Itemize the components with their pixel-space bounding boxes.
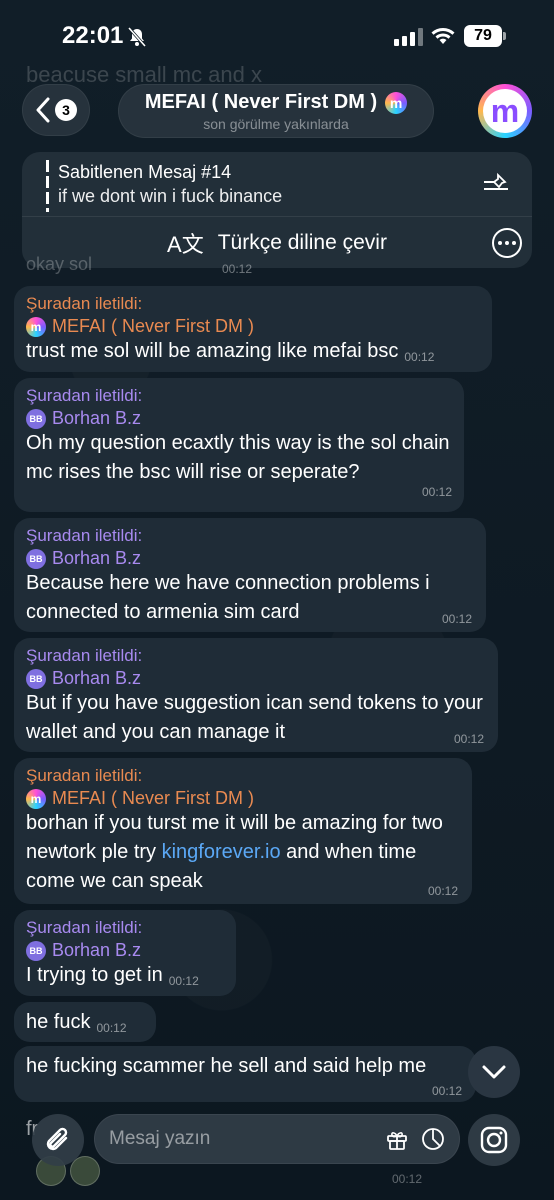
- paperclip-icon: [46, 1127, 68, 1151]
- pinned-message-panel[interactable]: Sabitlenen Mesaj #14 if we dont win i fu…: [22, 152, 532, 268]
- forwarded-from[interactable]: BB Borhan B.z: [26, 668, 486, 689]
- translate-icon: A文: [167, 232, 204, 257]
- message-text: Because here we have connection problems…: [26, 572, 430, 623]
- message-input-placeholder: Mesaj yazın: [109, 1128, 211, 1149]
- message-bubble[interactable]: Şuradan iletildi: BB Borhan B.z Oh my qu…: [14, 378, 464, 512]
- gift-icon[interactable]: [385, 1127, 409, 1151]
- divider: [22, 216, 532, 217]
- borhan-avatar-icon: BB: [26, 548, 46, 569]
- borhan-avatar-icon: BB: [26, 408, 46, 429]
- message-time: 00:12: [222, 262, 253, 276]
- forwarded-from[interactable]: m MEFAI ( Never First DM ): [26, 316, 480, 337]
- chevron-down-icon: [482, 1065, 506, 1079]
- message-bubble[interactable]: Şuradan iletildi: BB Borhan B.z Because …: [14, 518, 486, 632]
- message-text: he fuck 00:12: [26, 1008, 144, 1043]
- message-bubble[interactable]: he fucking scammer he sell and said help…: [14, 1046, 476, 1102]
- message-input[interactable]: Mesaj yazın: [94, 1114, 460, 1164]
- chevron-left-icon: [36, 97, 50, 123]
- forwarded-from[interactable]: BB Borhan B.z: [26, 408, 452, 429]
- forwarded-label: Şuradan iletildi:: [26, 386, 143, 405]
- cellular-signal-icon: [394, 28, 423, 46]
- more-options-icon[interactable]: [492, 228, 522, 258]
- message-link[interactable]: kingforever.io: [162, 841, 281, 863]
- forwarded-from[interactable]: BB Borhan B.z: [26, 548, 474, 569]
- forwarded-from[interactable]: m MEFAI ( Never First DM ): [26, 788, 460, 809]
- camera-icon: [480, 1126, 508, 1154]
- message-time: 00:12: [392, 1172, 423, 1186]
- battery-indicator: 79: [464, 25, 506, 47]
- forwarded-label: Şuradan iletildi:: [26, 294, 143, 313]
- message-bubble[interactable]: Şuradan iletildi: BB Borhan B.z But if y…: [14, 638, 498, 752]
- unread-count-badge: 3: [55, 99, 77, 121]
- forwarded-label: Şuradan iletildi:: [26, 766, 143, 785]
- message-bubble[interactable]: he fuck 00:12: [14, 1002, 156, 1042]
- chat-title: MEFAI ( Never First DM ): [144, 91, 378, 113]
- status-bar: 22:01 79: [0, 0, 554, 76]
- pinned-indicator: [46, 160, 49, 212]
- message-bubble[interactable]: Şuradan iletildi: m MEFAI ( Never First …: [14, 286, 492, 372]
- borhan-avatar-icon: BB: [26, 668, 46, 689]
- message-text: Oh my question ecaxtly this way is the s…: [26, 432, 450, 483]
- message-time: 00:12: [421, 485, 452, 499]
- mefai-avatar-icon: m: [26, 788, 46, 809]
- message-text: But if you have suggestion ican send tok…: [26, 692, 483, 743]
- mefai-logo-icon: m: [385, 91, 408, 114]
- forwarded-label: Şuradan iletildi:: [26, 526, 143, 545]
- back-button[interactable]: 3: [22, 84, 90, 136]
- message-time: 00:12: [404, 350, 435, 364]
- borhan-avatar-icon: BB: [26, 940, 46, 961]
- chat-avatar[interactable]: m: [478, 84, 532, 138]
- last-seen-status: son görülme yakınlarda: [203, 116, 349, 132]
- message-time: 00:12: [431, 1084, 462, 1098]
- pin-list-icon[interactable]: [482, 172, 510, 196]
- message-text: I trying to get in 00:12: [26, 961, 224, 996]
- message-time: 00:12: [427, 884, 458, 898]
- message-time: 00:12: [453, 732, 484, 746]
- forwarded-from[interactable]: BB Borhan B.z: [26, 940, 224, 961]
- bell-slash-icon: [127, 27, 147, 47]
- partial-message-text: okay sol: [26, 254, 93, 274]
- forwarded-label: Şuradan iletildi:: [26, 646, 143, 665]
- translate-button[interactable]: A文 Türkçe diline çevir: [22, 218, 532, 268]
- message-text: borhan if you turst me it will be amazin…: [26, 812, 443, 892]
- attach-button[interactable]: [32, 1114, 84, 1166]
- message-time: 00:12: [168, 974, 199, 988]
- chat-title-bar[interactable]: MEFAI ( Never First DM ) m son görülme y…: [118, 84, 434, 138]
- scroll-to-bottom-button[interactable]: [468, 1046, 520, 1098]
- message-text: he fucking scammer he sell and said help…: [26, 1055, 427, 1077]
- pinned-text: if we dont win i fuck binance: [58, 186, 283, 206]
- wifi-icon: [431, 28, 455, 44]
- pinned-title: Sabitlenen Mesaj #14: [58, 162, 232, 182]
- camera-button[interactable]: [468, 1114, 520, 1166]
- sticker-icon[interactable]: [421, 1127, 445, 1151]
- clock: 22:01: [62, 22, 124, 49]
- translate-label: Türkçe diline çevir: [217, 231, 387, 254]
- forwarded-label: Şuradan iletildi:: [26, 918, 143, 937]
- mefai-avatar-icon: m: [26, 316, 46, 337]
- message-bubble[interactable]: Şuradan iletildi: m MEFAI ( Never First …: [14, 758, 472, 904]
- message-text: trust me sol will be amazing like mefai …: [26, 337, 480, 372]
- message-time: 00:12: [441, 612, 472, 626]
- message-time: 00:12: [96, 1021, 127, 1035]
- message-bubble[interactable]: Şuradan iletildi: BB Borhan B.z I trying…: [14, 910, 236, 996]
